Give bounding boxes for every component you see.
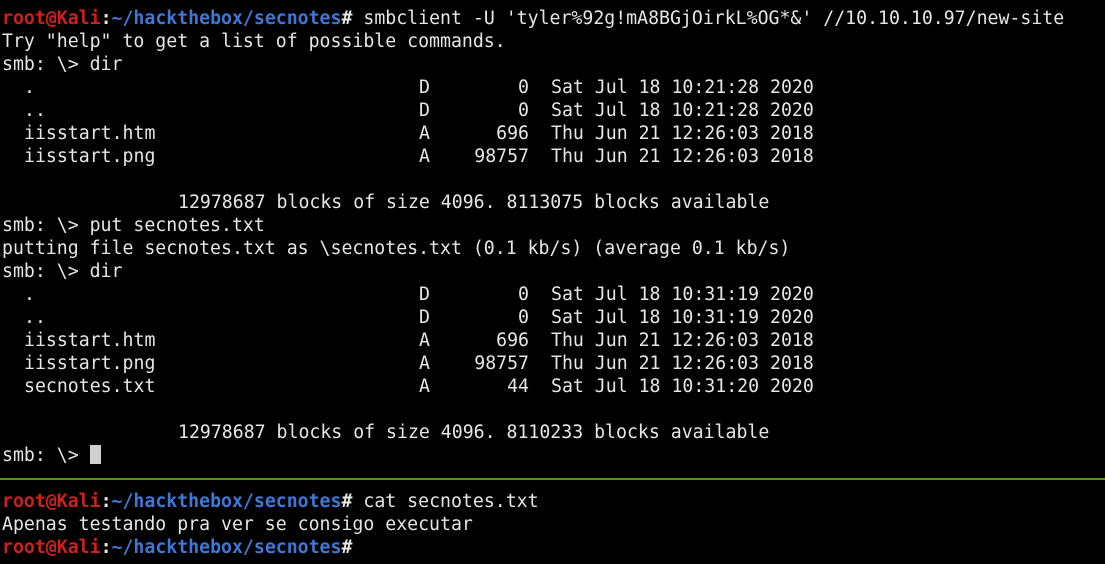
cat-command: cat secnotes.txt xyxy=(363,491,539,512)
file-name: secnotes.txt xyxy=(24,376,156,397)
file-attribute: D xyxy=(419,100,430,121)
shell-command-line: root@Kali:~/hackthebox/secnotes# smbclie… xyxy=(2,7,1064,30)
file-size: 696 xyxy=(496,123,529,144)
pane-divider[interactable] xyxy=(0,478,1105,480)
file-date: Sat Jul 18 10:21:28 2020 xyxy=(551,100,814,121)
terminal-pane-top[interactable]: root@Kali:~/hackthebox/secnotes# smbclie… xyxy=(0,0,1105,477)
prompt-colon: : xyxy=(100,537,112,558)
prompt-colon: : xyxy=(100,8,112,29)
prompt-user-host: root@Kali xyxy=(2,491,101,512)
prompt-user-host: root@Kali xyxy=(2,8,101,29)
smb-prompt: smb: \> xyxy=(2,445,90,466)
listing-row: iisstart.htm A 696 Thu Jun 21 12:26:03 2018 xyxy=(0,122,1105,145)
prompt-symbol: # xyxy=(341,491,364,512)
file-name: . xyxy=(24,77,35,98)
text-cursor xyxy=(89,445,101,464)
file-size: 0 xyxy=(518,307,529,328)
prompt-colon: : xyxy=(100,491,112,512)
file-attribute: D xyxy=(419,284,430,305)
file-attribute: A xyxy=(419,353,430,374)
file-name: .. xyxy=(24,100,46,121)
file-size: 0 xyxy=(518,100,529,121)
file-name: iisstart.htm xyxy=(24,123,156,144)
shell-prompt-line[interactable]: root@Kali:~/hackthebox/secnotes# xyxy=(2,536,363,559)
smb-dir-command-2: smb: \> dir xyxy=(2,261,123,282)
file-name: .. xyxy=(24,307,46,328)
listing-row: iisstart.htm A 696 Thu Jun 21 12:26:03 2018 xyxy=(0,329,1105,352)
prompt-symbol: # xyxy=(341,8,364,29)
listing-row: secnotes.txt A 44 Sat Jul 18 10:31:20 2020 xyxy=(0,375,1105,398)
file-date: Thu Jun 21 12:26:03 2018 xyxy=(551,123,814,144)
file-size: 0 xyxy=(518,284,529,305)
file-name: iisstart.png xyxy=(24,146,156,167)
file-size: 98757 xyxy=(474,353,529,374)
file-name: iisstart.png xyxy=(24,353,156,374)
listing-row: .. D 0 Sat Jul 18 10:21:28 2020 xyxy=(0,99,1105,122)
listing-row: . D 0 Sat Jul 18 10:21:28 2020 xyxy=(0,76,1105,99)
listing-row: iisstart.png A 98757 Thu Jun 21 12:26:03 20… xyxy=(0,145,1105,168)
file-date: Thu Jun 21 12:26:03 2018 xyxy=(551,353,814,374)
file-size: 0 xyxy=(518,77,529,98)
file-attribute: A xyxy=(419,146,430,167)
file-date: Thu Jun 21 12:26:03 2018 xyxy=(551,146,814,167)
prompt-path: ~/hackthebox/secnotes xyxy=(111,537,342,558)
shell-command-line-2: root@Kali:~/hackthebox/secnotes# cat sec… xyxy=(2,490,539,513)
listing-row: .. D 0 Sat Jul 18 10:31:19 2020 xyxy=(0,306,1105,329)
blocks-summary-2: 12978687 blocks of size 4096. 8110233 bl… xyxy=(178,422,770,443)
file-attribute: A xyxy=(419,123,430,144)
smbclient-command: smbclient -U 'tyler%92g!mA8BGjOirkL%OG*&… xyxy=(363,8,1065,29)
prompt-user-host: root@Kali xyxy=(2,537,101,558)
listing-row: . D 0 Sat Jul 18 10:31:19 2020 xyxy=(0,283,1105,306)
file-size: 98757 xyxy=(474,146,529,167)
smb-input-line[interactable]: smb: \> xyxy=(2,444,101,467)
file-attribute: A xyxy=(419,376,430,397)
file-name: iisstart.htm xyxy=(24,330,156,351)
file-size: 44 xyxy=(507,376,529,397)
file-date: Thu Jun 21 12:26:03 2018 xyxy=(551,330,814,351)
help-hint-text: Try "help" to get a list of possible com… xyxy=(2,31,506,52)
prompt-path: ~/hackthebox/secnotes xyxy=(111,491,342,512)
smb-dir-command-1: smb: \> dir xyxy=(2,54,123,75)
file-name: . xyxy=(24,284,35,305)
file-attribute: D xyxy=(419,77,430,98)
file-attribute: A xyxy=(419,330,430,351)
file-date: Sat Jul 18 10:31:19 2020 xyxy=(551,307,814,328)
file-date: Sat Jul 18 10:31:19 2020 xyxy=(551,284,814,305)
file-attribute: D xyxy=(419,307,430,328)
file-date: Sat Jul 18 10:31:20 2020 xyxy=(551,376,814,397)
file-date: Sat Jul 18 10:21:28 2020 xyxy=(551,77,814,98)
file-size: 696 xyxy=(496,330,529,351)
listing-row: iisstart.png A 98757 Thu Jun 21 12:26:03 20… xyxy=(0,352,1105,375)
prompt-symbol: # xyxy=(341,537,364,558)
blocks-summary-1: 12978687 blocks of size 4096. 8113075 bl… xyxy=(178,192,770,213)
terminal-pane-bottom[interactable]: root@Kali:~/hackthebox/secnotes# cat sec… xyxy=(0,481,1105,564)
put-output-text: putting file secnotes.txt as \secnotes.t… xyxy=(2,238,791,259)
prompt-path: ~/hackthebox/secnotes xyxy=(111,8,342,29)
cat-output-text: Apenas testando pra ver se consigo execu… xyxy=(2,514,473,535)
smb-put-command: smb: \> put secnotes.txt xyxy=(2,215,265,236)
